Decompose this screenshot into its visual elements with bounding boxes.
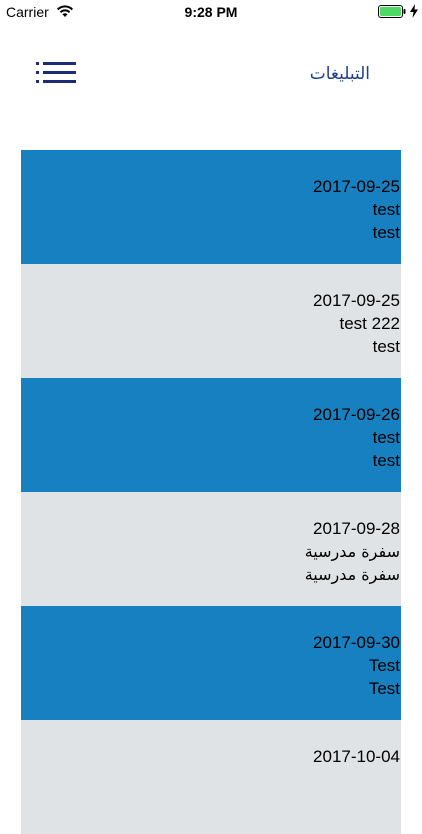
clock: 9:28 PM (184, 4, 238, 20)
notification-body: سفرة مدرسية (304, 565, 400, 584)
notification-title: test (372, 200, 400, 219)
notification-date: 2017-09-25 (313, 177, 400, 196)
notification-body: Test (368, 679, 400, 698)
notification-date: 2017-09-28 (313, 519, 400, 538)
notification-body: test (372, 451, 400, 470)
notification-item[interactable]: 2017-10-04 (21, 720, 401, 834)
notification-item[interactable]: 2017-09-28 سفرة مدرسية سفرة مدرسية (21, 492, 401, 606)
charging-bolt-icon (410, 4, 418, 18)
notification-item[interactable]: 2017-09-26 test test (21, 378, 401, 492)
app-header: التبليغات (0, 40, 422, 110)
notification-title: سفرة مدرسية (304, 542, 400, 561)
notification-body: test (372, 337, 400, 356)
notification-item[interactable]: 2017-09-25 test 222 test (21, 264, 401, 378)
notification-title: test 222 (339, 314, 401, 333)
status-bar: Carrier 9:28 PM (0, 0, 422, 24)
notification-date: 2017-09-26 (313, 405, 400, 424)
notifications-list: 2017-09-25 test test 2017-09-25 test 222… (21, 150, 401, 834)
page-title: التبليغات (309, 64, 370, 84)
hamburger-menu-icon[interactable] (36, 60, 76, 90)
notification-body: test (372, 223, 400, 242)
notification-date: 2017-09-25 (313, 291, 400, 310)
battery-icon (378, 5, 406, 18)
notification-title: Test (368, 656, 400, 675)
notification-title: test (372, 428, 400, 447)
notification-date: 2017-10-04 (313, 747, 400, 766)
notification-date: 2017-09-30 (313, 633, 400, 652)
notification-item[interactable]: 2017-09-25 test test (21, 150, 401, 264)
notification-item[interactable]: 2017-09-30 Test Test (21, 606, 401, 720)
